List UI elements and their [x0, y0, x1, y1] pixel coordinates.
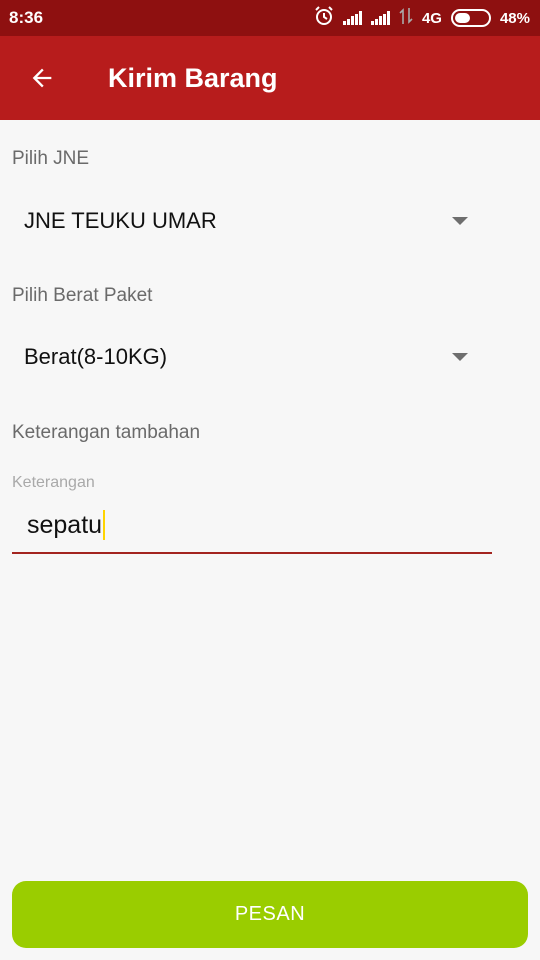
- jne-dropdown[interactable]: JNE TEUKU UMAR: [12, 193, 480, 249]
- screen: 8:36 4G 48% Kirim Barang Pilih JNE JNE T…: [0, 0, 540, 960]
- data-arrows-icon: [399, 7, 413, 29]
- arrow-left-icon: [32, 68, 52, 88]
- notes-label: Keterangan tambahan: [12, 422, 201, 443]
- dropdown-arrow-icon: [452, 217, 468, 225]
- pesan-button[interactable]: PESAN: [12, 881, 528, 948]
- app-bar: Kirim Barang: [0, 36, 540, 120]
- notes-input-value: sepatu: [27, 510, 103, 539]
- notes-input[interactable]: sepatu: [12, 498, 492, 554]
- battery-level: [454, 13, 471, 23]
- battery-percent: 48%: [499, 9, 530, 27]
- weight-label: Pilih Berat Paket: [12, 285, 153, 306]
- dropdown-arrow-icon: [452, 353, 468, 361]
- weight-dropdown[interactable]: Berat(8-10KG): [12, 329, 480, 385]
- jne-label: Pilih JNE: [12, 148, 90, 169]
- back-button[interactable]: [0, 36, 84, 120]
- signal-icon: [370, 11, 390, 25]
- page-title: Kirim Barang: [108, 62, 278, 93]
- network-type: 4G: [421, 9, 442, 27]
- signal-icon: [342, 11, 362, 25]
- jne-selected-value: JNE TEUKU UMAR: [24, 208, 217, 233]
- weight-selected-value: Berat(8-10KG): [24, 344, 168, 369]
- notes-floating-hint: Keterangan: [12, 474, 95, 491]
- status-icons: 4G 48%: [314, 6, 530, 30]
- status-bar: 8:36 4G 48%: [0, 0, 540, 36]
- text-cursor: [103, 510, 106, 540]
- alarm-icon: [314, 6, 334, 30]
- status-time: 8:36: [9, 8, 44, 27]
- battery-icon: [450, 9, 491, 27]
